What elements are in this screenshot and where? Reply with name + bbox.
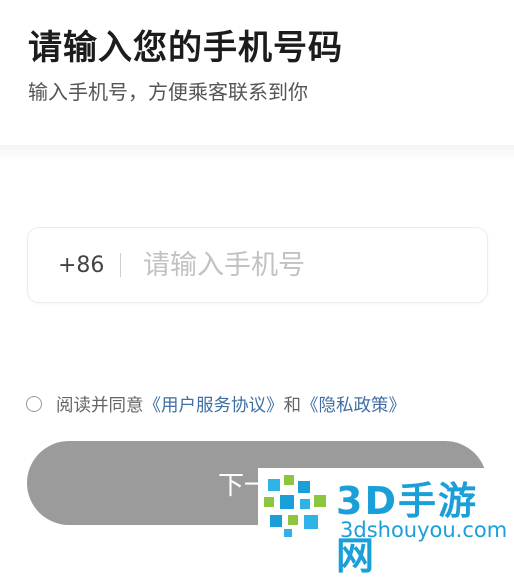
agreement-row: 阅读并同意 《用户服务协议》 和 《隐私政策》: [26, 392, 406, 416]
agreement-connector-text: 和: [283, 395, 302, 416]
section-divider: [0, 145, 514, 161]
watermark-logo-icon: [264, 475, 326, 537]
phone-input-container[interactable]: +86: [27, 227, 488, 303]
page-title: 请输入您的手机号码: [28, 28, 343, 68]
agreement-checkbox[interactable]: [26, 396, 42, 412]
phone-number-input[interactable]: [143, 249, 443, 281]
user-agreement-link[interactable]: 《用户服务协议》: [144, 392, 284, 417]
agreement-prefix-text: 阅读并同意: [56, 395, 144, 416]
privacy-policy-link[interactable]: 《隐私政策》: [301, 392, 406, 417]
page-subtitle: 输入手机号，方便乘客联系到你: [28, 80, 308, 104]
watermark: 3D手游网 3dshouyou.com: [258, 468, 514, 578]
country-code-selector[interactable]: +86: [58, 253, 118, 278]
input-divider: [120, 253, 121, 277]
watermark-domain: 3dshouyou.com: [340, 518, 508, 542]
